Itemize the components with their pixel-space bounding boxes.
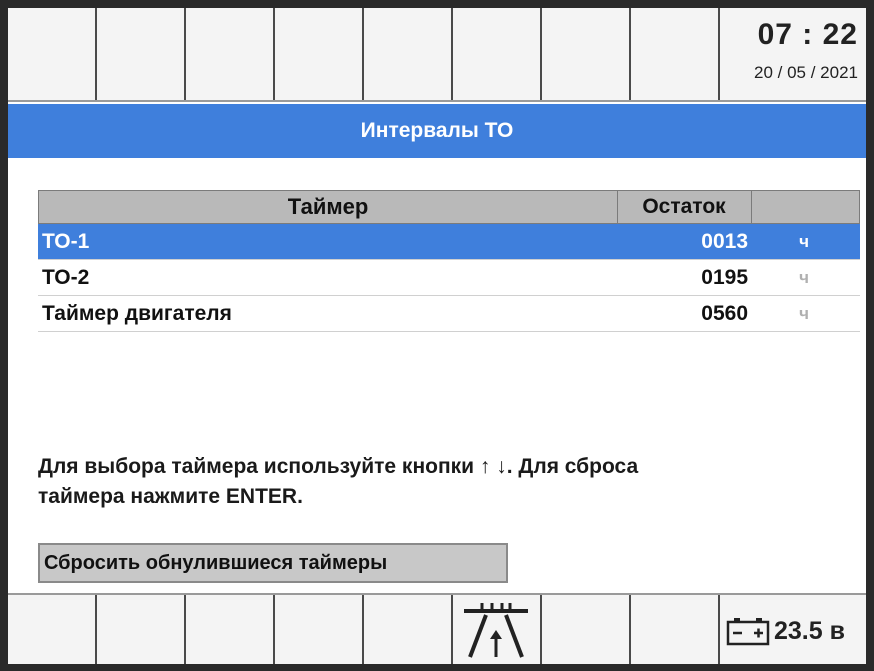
status-slot — [453, 8, 542, 100]
battery-icon — [726, 618, 770, 646]
row-unit: ч — [799, 304, 809, 323]
row-name: Таймер двигателя — [42, 302, 232, 325]
road-icon — [464, 603, 528, 658]
status-slot — [186, 8, 275, 100]
row-name: ТО-2 — [42, 266, 90, 289]
status-slot — [275, 8, 364, 100]
clock: 07 : 22 20 / 05 / 2021 — [718, 8, 866, 100]
column-header-unit — [751, 191, 859, 223]
display-screen: 07 : 22 20 / 05 / 2021 Интервалы ТО Тайм… — [8, 8, 866, 664]
battery-voltage: 23.5 в — [774, 616, 845, 645]
table-row-to2[interactable]: ТО-2 0195 ч — [38, 260, 860, 296]
timers-table: Таймер Остаток ТО-1 0013 ч ТО-2 0195 ч Т… — [38, 190, 860, 332]
clock-date: 20 / 05 / 2021 — [754, 63, 858, 82]
status-slot — [8, 8, 97, 100]
status-slot — [364, 8, 453, 100]
row-unit: ч — [799, 268, 809, 287]
function-slot[interactable] — [631, 595, 720, 664]
instructions-line-2: таймера нажмите ENTER. — [38, 485, 303, 508]
row-value: 0195 — [701, 266, 748, 289]
column-header-remaining: Остаток — [617, 191, 752, 223]
reset-timers-button[interactable]: Сбросить обнулившиеся таймеры — [38, 543, 508, 583]
function-slot[interactable] — [275, 595, 364, 664]
column-header-timer: Таймер — [39, 191, 618, 223]
bottom-status-bar: 23.5 в — [8, 593, 866, 664]
instructions-line-1: Для выбора таймера используйте кнопки ↑ … — [38, 455, 639, 478]
row-name: ТО-1 — [42, 230, 90, 253]
row-unit: ч — [799, 232, 809, 251]
top-status-bar: 07 : 22 20 / 05 / 2021 — [8, 8, 866, 102]
row-value: 0560 — [701, 302, 748, 325]
function-slot[interactable] — [542, 595, 631, 664]
page-title: Интервалы ТО — [8, 104, 866, 158]
table-row-engine-timer[interactable]: Таймер двигателя 0560 ч — [38, 296, 860, 332]
status-slot — [542, 8, 631, 100]
function-slot[interactable] — [97, 595, 186, 664]
status-slot — [97, 8, 186, 100]
function-slot[interactable] — [8, 595, 97, 664]
battery-status: 23.5 в — [726, 611, 845, 651]
instructions-text: Для выбора таймера используйте кнопки ↑ … — [38, 452, 838, 512]
table-header: Таймер Остаток — [38, 190, 860, 224]
table-row-to1[interactable]: ТО-1 0013 ч — [38, 224, 860, 260]
row-value: 0013 — [701, 230, 748, 253]
function-slot[interactable] — [186, 595, 275, 664]
status-slot — [631, 8, 720, 100]
clock-time: 07 : 22 — [757, 18, 858, 51]
function-slot[interactable] — [364, 595, 453, 664]
